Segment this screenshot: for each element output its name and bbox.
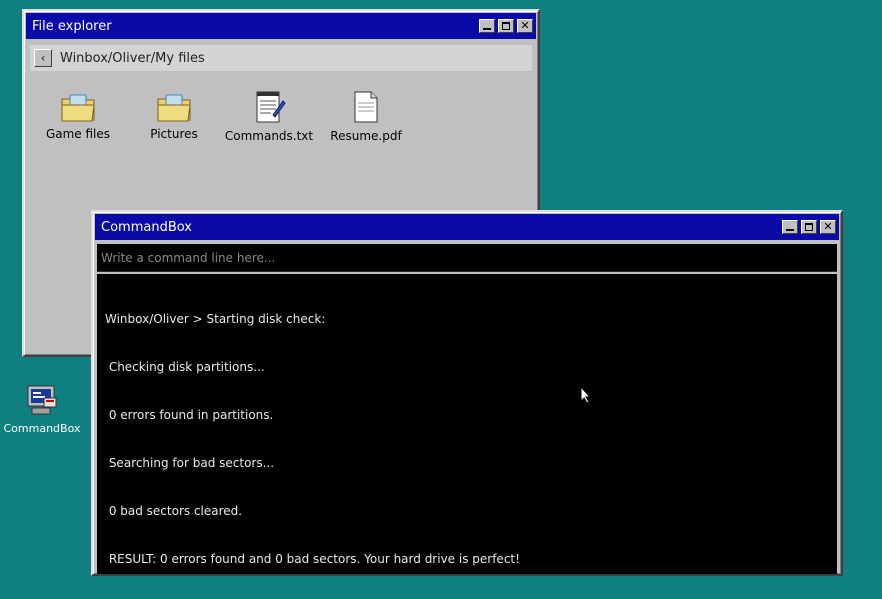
console-line: Searching for bad sectors... [105,456,275,470]
file-item-label: Pictures [150,127,198,141]
folder-icon [61,94,95,122]
console-line: 0 errors found in partitions. [105,408,274,422]
desktop-icon-commandbox[interactable]: CommandBox [2,384,82,435]
close-icon: ✕ [823,220,833,233]
console-output: Winbox/Oliver > Starting disk check: Che… [97,274,837,574]
commandbox-title: CommandBox [101,219,192,235]
desktop-icon-label: CommandBox [3,422,81,435]
file-item-label: Game files [45,127,111,141]
file-item-game-files[interactable]: Game files [33,91,123,141]
file-item-label: Resume.pdf [330,129,402,143]
folder-icon [157,94,191,122]
maximize-button[interactable] [801,220,817,234]
console-line: 0 bad sectors cleared. [105,504,243,518]
console-line: RESULT: 0 errors found and 0 bad sectors… [105,552,520,566]
file-explorer-title: File explorer [32,18,112,34]
file-item-label: Commands.txt [224,129,314,143]
commandbox-titlebar[interactable]: CommandBox ✕ [95,214,839,240]
file-explorer-titlebar[interactable]: File explorer ✕ [26,13,536,39]
file-item-resume-pdf[interactable]: Resume.pdf [321,89,411,143]
address-bar: ‹ Winbox/Oliver/My files [30,45,532,71]
close-icon: ✕ [520,19,530,32]
document-icon [354,91,378,123]
console-line: Winbox/Oliver > Starting disk check: [105,312,326,326]
computer-terminal-icon [27,385,57,415]
back-button[interactable]: ‹ [34,49,52,67]
mouse-cursor-icon [580,386,592,404]
close-button[interactable]: ✕ [820,220,836,234]
path-text: Winbox/Oliver/My files [60,50,205,66]
console-line: Checking disk partitions... [105,360,265,374]
minimize-button[interactable] [479,19,495,33]
text-document-icon [256,91,286,123]
file-item-commands-txt[interactable]: Commands.txt [224,89,314,143]
commandbox-window: CommandBox ✕ Write a command line here..… [91,210,843,576]
minimize-button[interactable] [782,220,798,234]
chevron-left-icon: ‹ [40,51,46,65]
file-item-pictures[interactable]: Pictures [129,91,219,141]
close-button[interactable]: ✕ [517,19,533,33]
command-input[interactable]: Write a command line here... [97,244,837,272]
maximize-button[interactable] [498,19,514,33]
